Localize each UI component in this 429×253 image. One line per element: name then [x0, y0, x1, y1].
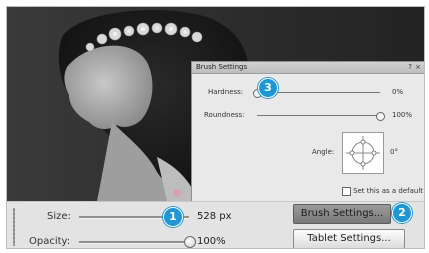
set-default-label: Set this as a default: [353, 187, 424, 195]
panel-title: Brush Settings: [196, 63, 248, 71]
callout-2: 2: [392, 203, 412, 223]
hardness-label: Hardness:: [208, 88, 244, 96]
brush-settings-panel: Brush Settings ? × Hardness: 0% Roundnes…: [191, 61, 424, 203]
opacity-label: Opacity:: [29, 236, 71, 247]
close-icon[interactable]: ×: [415, 62, 421, 73]
brush-settings-button[interactable]: Brush Settings...: [293, 204, 391, 224]
tool-options-bar: Size: 528 px Opacity: 100% Brush Setting…: [7, 201, 424, 248]
angle-widget[interactable]: [342, 132, 384, 174]
angle-crosshair-icon: [346, 136, 380, 170]
set-default-checkbox[interactable]: [342, 187, 351, 196]
angle-value: 0°: [390, 148, 398, 156]
angle-label: Angle:: [312, 148, 335, 156]
drag-handle-icon[interactable]: [13, 208, 15, 246]
tablet-settings-button[interactable]: Tablet Settings...: [293, 229, 405, 248]
screenshot-frame: Brush Settings ? × Hardness: 0% Roundnes…: [6, 6, 425, 249]
size-label: Size:: [47, 211, 71, 222]
hardness-value: 0%: [392, 88, 404, 96]
opacity-value: 100%: [197, 236, 226, 247]
roundness-label: Roundness:: [204, 111, 245, 119]
opacity-slider[interactable]: [79, 236, 196, 248]
roundness-slider-knob[interactable]: [376, 112, 385, 121]
roundness-slider[interactable]: [257, 112, 385, 121]
opacity-slider-knob[interactable]: [184, 236, 196, 248]
help-icon[interactable]: ?: [408, 62, 412, 73]
panel-title-bar[interactable]: Brush Settings ? ×: [192, 62, 424, 74]
callout-3: 3: [258, 78, 278, 98]
roundness-value: 100%: [392, 111, 413, 119]
size-value: 528 px: [197, 211, 232, 222]
callout-1: 1: [163, 207, 183, 227]
